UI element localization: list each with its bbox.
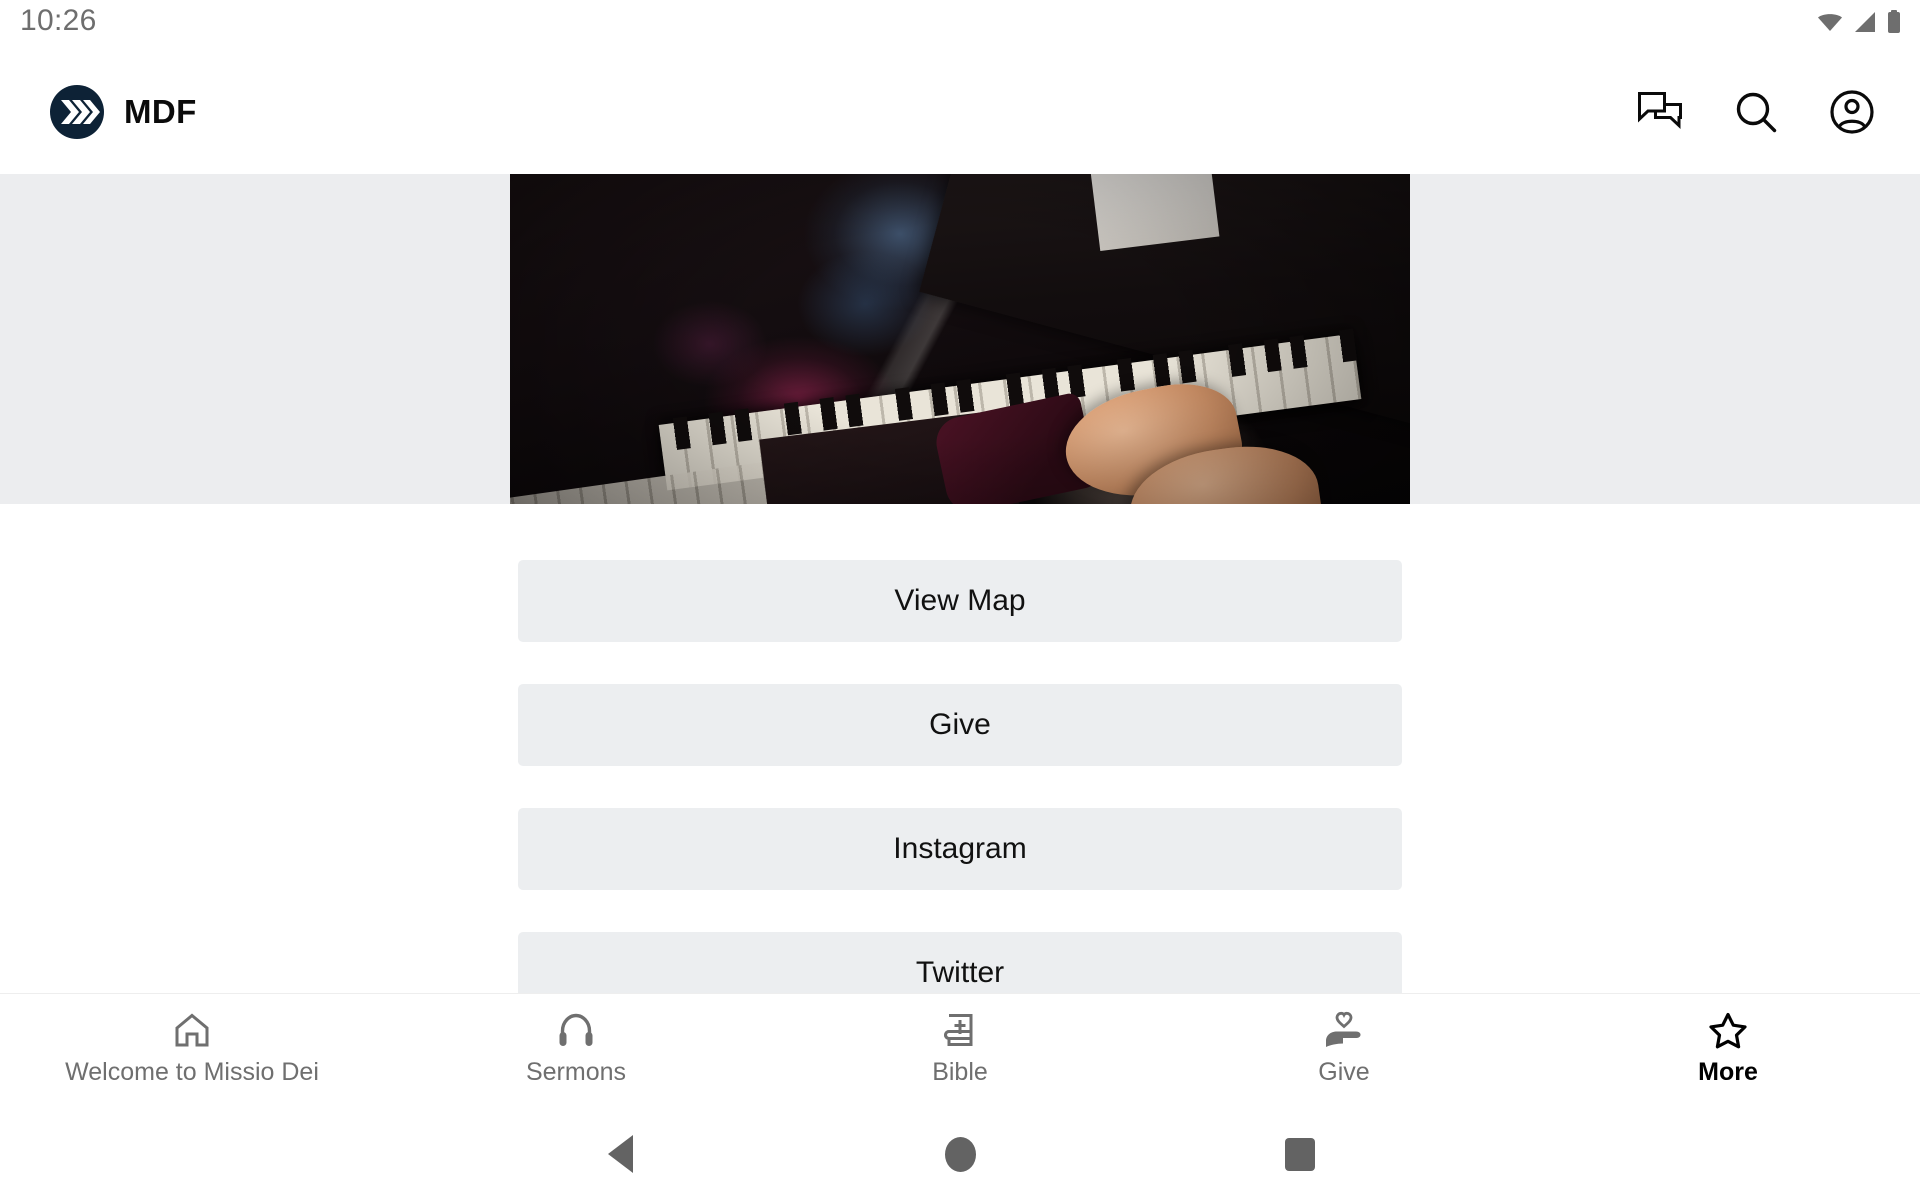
tab-label: Sermons xyxy=(525,1058,627,1086)
instagram-button[interactable]: Instagram xyxy=(518,808,1402,890)
android-recents-button[interactable] xyxy=(1130,1108,1470,1200)
home-circle-icon xyxy=(944,1136,976,1172)
status-bar-icons xyxy=(1816,10,1902,34)
tab-label: Welcome to Missio Dei xyxy=(65,1058,319,1086)
tab-label: Give xyxy=(1318,1058,1370,1086)
status-bar-clock: 10:26 xyxy=(20,4,97,37)
tab-give[interactable]: Give xyxy=(1152,994,1536,1109)
android-back-button[interactable] xyxy=(450,1108,790,1200)
app-screen: 10:26 MDF View Map Give Instagram Twitte… xyxy=(0,0,1920,1200)
give-button[interactable]: Give xyxy=(518,684,1402,766)
search-button[interactable] xyxy=(1730,86,1782,138)
android-system-nav xyxy=(0,1108,1920,1200)
home-icon xyxy=(172,1008,212,1052)
account-button[interactable] xyxy=(1826,86,1878,138)
cellular-signal-icon xyxy=(1853,11,1877,33)
hero-video-thumbnail[interactable] xyxy=(510,174,1410,504)
tab-sermons[interactable]: Sermons xyxy=(384,994,768,1109)
mdf-chevrons-logo-icon xyxy=(50,85,104,139)
status-bar: 10:26 xyxy=(0,0,1920,50)
app-header: MDF xyxy=(0,50,1920,174)
messages-icon xyxy=(1637,91,1683,133)
menu-button-list: View Map Give Instagram Twitter xyxy=(518,560,1402,1056)
battery-icon xyxy=(1886,10,1902,34)
tab-more[interactable]: More xyxy=(1536,994,1920,1109)
tab-label: Bible xyxy=(932,1058,988,1086)
tab-bible[interactable]: Bible xyxy=(768,994,1152,1109)
app-title: MDF xyxy=(124,93,197,130)
wifi-icon xyxy=(1816,11,1844,33)
account-icon xyxy=(1829,89,1875,135)
headphones-icon xyxy=(556,1008,596,1052)
tab-welcome-to-missio-dei[interactable]: Welcome to Missio Dei xyxy=(0,994,384,1109)
header-actions xyxy=(1634,86,1878,138)
tab-label: More xyxy=(1698,1058,1758,1086)
bottom-tab-bar: Welcome to Missio Dei Sermons Bible Give… xyxy=(0,993,1920,1108)
search-icon xyxy=(1734,90,1778,134)
recents-square-icon xyxy=(1285,1137,1315,1171)
hero-vignette xyxy=(510,174,1410,504)
bible-book-cross-icon xyxy=(940,1008,980,1052)
hand-holding-heart-icon xyxy=(1323,1008,1365,1052)
back-triangle-icon xyxy=(607,1135,633,1173)
android-home-button[interactable] xyxy=(790,1108,1130,1200)
messages-button[interactable] xyxy=(1634,86,1686,138)
view-map-button[interactable]: View Map xyxy=(518,560,1402,642)
brand[interactable]: MDF xyxy=(50,85,197,139)
star-icon xyxy=(1707,1008,1749,1052)
